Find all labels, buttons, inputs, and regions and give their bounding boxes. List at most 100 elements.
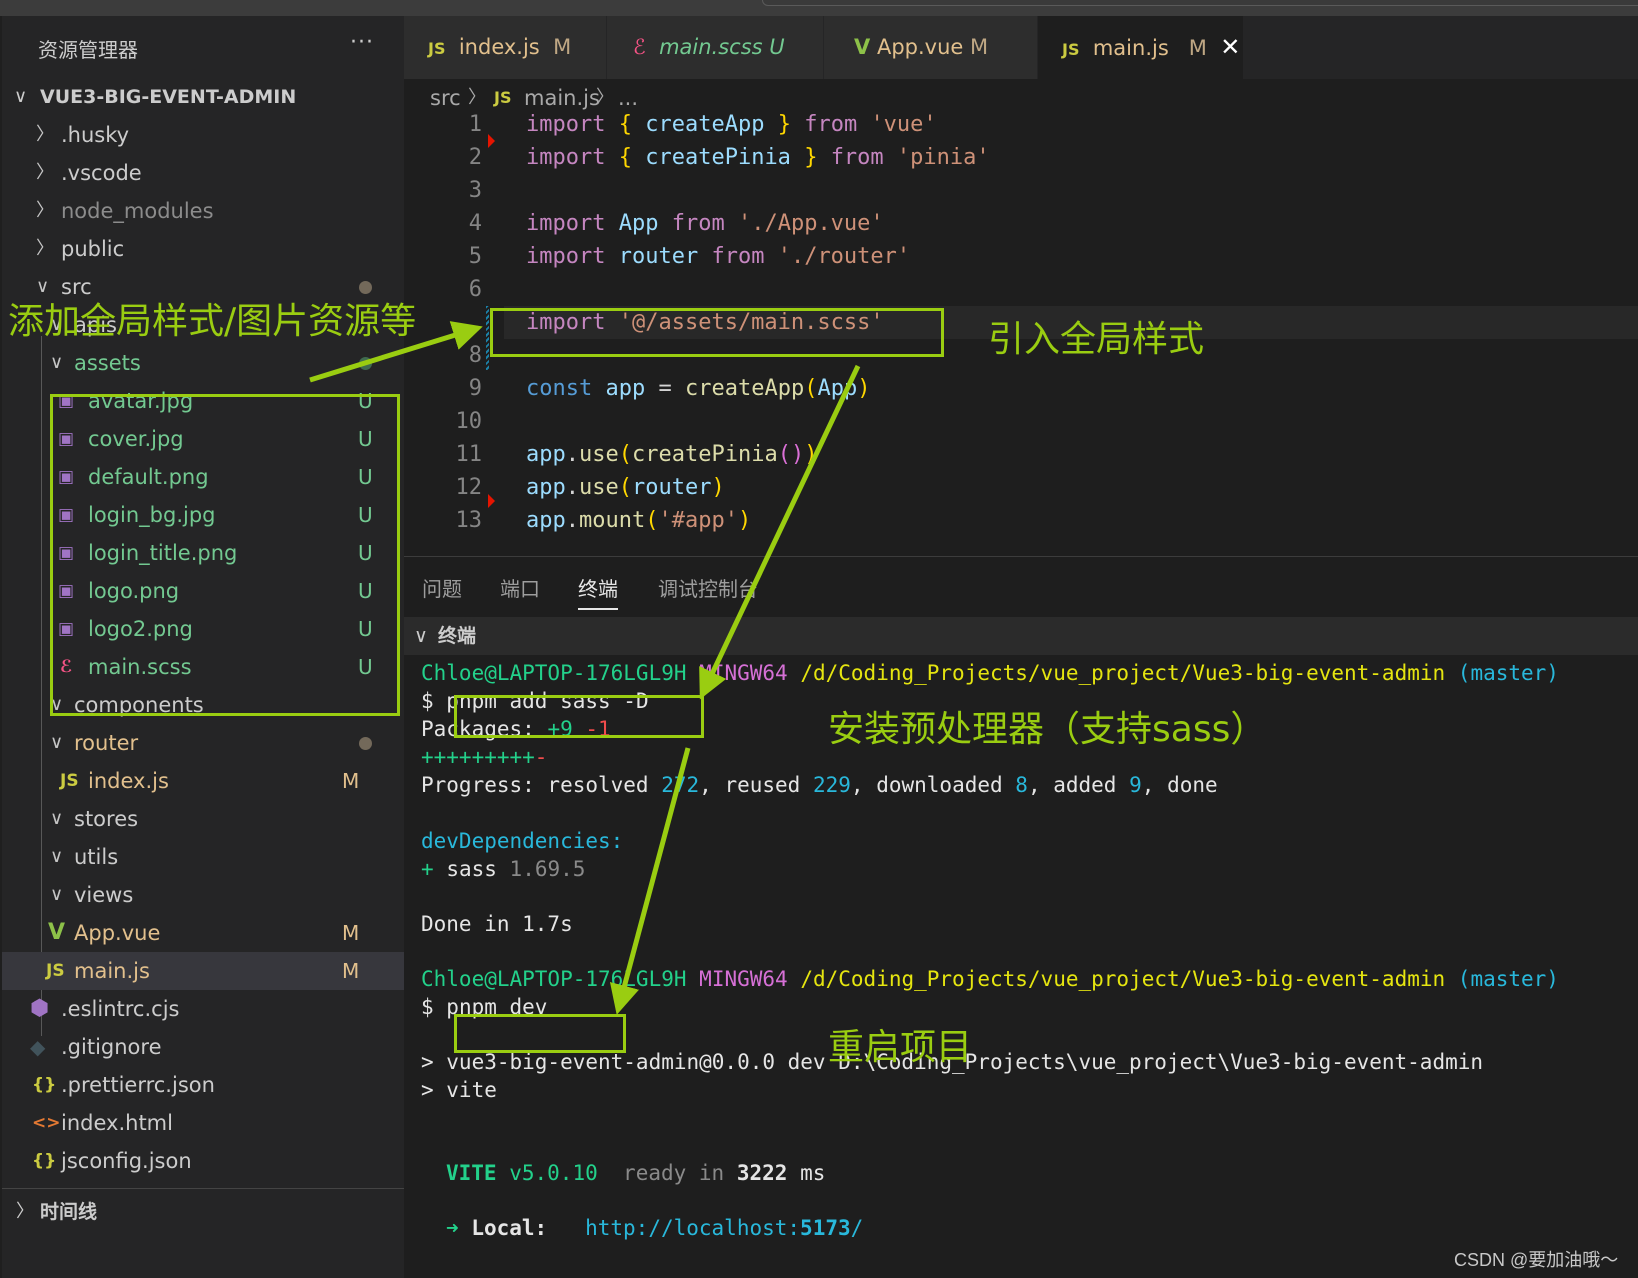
modified-dot [359,737,372,750]
diff-deleted-marker[interactable] [488,134,495,148]
js-file-icon: JS [428,39,446,58]
code-line: 1 import { createApp } from 'vue' [468,112,937,137]
tab-ports[interactable]: 端口 [500,573,540,602]
local-url-link[interactable]: http://localhost:5173/ [585,1216,863,1240]
tree-item-label: .husky [61,123,130,147]
tab-problems[interactable]: 问题 [422,573,462,602]
terminal-prompt: Chloe@LAPTOP-176LGL9H MINGW64 /d/Coding_… [421,661,1559,685]
title-bar [0,0,1638,16]
terminal-section-header[interactable]: ∨ 终端 [404,617,1638,655]
terminal-line: Done in 1.7s [421,912,573,936]
tree-item-eslintrc[interactable]: ⬢ .eslintrc.cjs [2,990,404,1028]
tree-item-views[interactable]: ∨ views [2,876,404,914]
vue-file-icon: V [48,920,66,945]
tree-item-label: App.vue [74,921,161,945]
explorer-title: 资源管理器 [38,38,138,62]
timeline-section[interactable]: 〉 时间线 [2,1188,404,1228]
chevron-right-icon: 〉 [36,238,54,259]
tree-item-public[interactable]: 〉 public [2,230,404,268]
diff-added-marker[interactable] [486,306,489,370]
tab-app-vue[interactable]: V App.vue M [824,16,1038,79]
eslint-file-icon: ⬢ [30,996,50,1021]
terminal-line: devDependencies: [421,829,624,853]
tab-terminal[interactable]: 终端 [578,573,618,610]
tree-item-app-vue[interactable]: V App.vue M [2,914,404,952]
diff-deleted-marker[interactable] [488,494,495,508]
chevron-right-icon: 〉 [36,200,54,221]
tree-item-router[interactable]: ∨ router [2,724,404,762]
code-line: 5 import router from './router' [468,244,911,269]
chevron-down-icon: ∨ [50,352,64,373]
chevron-down-icon: ∨ [50,808,64,829]
annotation-box-install [454,695,704,738]
watermark: CSDN @要加油哦～ [1454,1250,1619,1270]
timeline-label: 时间线 [40,1201,98,1223]
git-file-icon: ◆ [30,1035,46,1059]
code-line: 6 [468,277,482,302]
annotation-import-global: 引入全局样式 [988,319,1205,360]
code-line: 11 app.use(createPinia()) [455,442,818,467]
explorer-header: 资源管理器 ··· [2,16,404,80]
tree-item-label: .vscode [61,161,142,185]
tab-label: main.scss [659,35,763,59]
close-icon[interactable]: ✕ [1220,33,1240,61]
tree-item-vscode[interactable]: 〉 .vscode [2,154,404,192]
tab-main-js[interactable]: JS main.js M ✕ [1038,16,1244,79]
code-line: 12 app.use(router) [455,475,725,500]
tab-debug-console[interactable]: 调试控制台 [658,573,758,602]
annotation-box-assets [50,394,400,716]
chevron-down-icon: ∨ [14,86,28,107]
tree-item-main-js[interactable]: JS main.js M [2,952,404,990]
code-line: 9 const app = createApp(App) [468,376,871,401]
terminal-line: + sass 1.69.5 [421,857,586,881]
tree-item-prettierrc[interactable]: {} .prettierrc.json [2,1066,404,1104]
tree-item-stores[interactable]: ∨ stores [2,800,404,838]
tree-item-label: router [74,731,139,755]
tree-item-label: index.html [61,1111,173,1135]
code-line: 10 [455,409,483,434]
terminal-line: ➜ Local: http://localhost:5173/ [446,1216,864,1240]
chevron-right-icon: 〉 [36,162,54,183]
tree-item-node-modules[interactable]: 〉 node_modules [2,192,404,230]
tree-item-label: utils [74,845,119,869]
json-file-icon: {} [32,1151,57,1171]
tab-badge: M [1188,36,1207,60]
terminal-line: > vite [421,1078,497,1102]
project-root[interactable]: ∨ VUE3-BIG-EVENT-ADMIN [2,80,404,116]
js-file-icon: JS [60,771,79,791]
tree-item-index-js[interactable]: JS index.js M [2,762,404,800]
vue-file-icon: V [854,35,871,59]
git-badge: M [342,959,360,983]
terminal-line: VITE v5.0.10 ready in 3222 ms [446,1161,826,1185]
tab-label: App.vue [876,35,964,59]
sass-file-icon: ℰ [633,35,646,59]
terminal-section-title: 终端 [438,625,477,647]
tree-item-husky[interactable]: 〉 .husky [2,116,404,154]
tree-item-gitignore[interactable]: ◆ .gitignore [2,1028,404,1066]
tree-item-label: node_modules [61,199,214,223]
tree-item-utils[interactable]: ∨ utils [2,838,404,876]
untracked-dot [359,357,372,370]
tree-item-jsconfig[interactable]: {} jsconfig.json [2,1142,404,1180]
tree-item-label: assets [74,351,141,375]
more-actions-icon[interactable]: ··· [350,30,374,55]
tab-index-js[interactable]: JS index.js M [404,16,607,79]
chevron-right-icon: 〉 [16,1201,34,1222]
bottom-panel: 问题 端口 终端 调试控制台 ∨ 终端 Chloe@LAPTOP-176LGL9… [404,556,1638,1278]
tree-item-label: main.js [74,959,150,983]
git-badge: M [342,769,360,793]
annotation-box-import [490,308,944,357]
tab-badge: U [769,35,785,59]
git-badge: M [342,921,360,945]
tree-item-index-html[interactable]: <> index.html [2,1104,404,1142]
tree-item-label: .eslintrc.cjs [61,997,180,1021]
tab-label: index.js [458,35,540,59]
js-file-icon: JS [46,961,65,981]
annotation-restart: 重启项目 [828,1027,973,1068]
tree-item-assets[interactable]: ∨ assets [2,344,404,382]
tab-label: main.js [1092,36,1169,60]
tab-main-scss[interactable]: ℰ main.scss U [607,16,824,79]
tree-item-label: .prettierrc.json [61,1073,215,1097]
command-center[interactable] [762,0,1638,6]
tree-item-label: stores [74,807,139,831]
